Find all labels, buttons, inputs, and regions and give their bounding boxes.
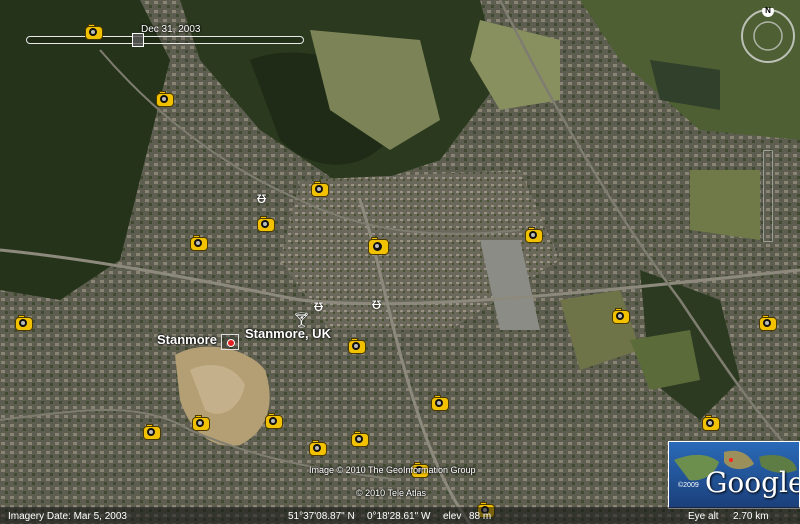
north-indicator[interactable]: N xyxy=(763,6,773,15)
camera-icon[interactable] xyxy=(309,439,327,456)
elevation-readout: 88 m xyxy=(469,511,492,522)
time-slider-track[interactable] xyxy=(26,36,304,44)
latitude-readout: 51°37'08.87" N xyxy=(288,511,355,522)
eye-alt-label: Eye alt xyxy=(688,511,719,522)
camera-icon[interactable] xyxy=(612,307,630,324)
camera-icon[interactable] xyxy=(348,337,366,354)
time-slider-date: Dec 31, 2003 xyxy=(141,24,201,35)
eye-alt-readout: 2.70 km xyxy=(733,511,769,522)
camera-icon[interactable] xyxy=(143,423,161,440)
logo-copyright: ©2009 xyxy=(678,482,699,489)
time-slider-thumb[interactable] xyxy=(132,33,144,47)
imagery-date: Imagery Date: Mar 5, 2003 xyxy=(8,511,127,522)
google-logo: ©2009 Google xyxy=(668,441,800,509)
camera-icon[interactable] xyxy=(156,90,174,107)
camera-icon[interactable] xyxy=(351,430,369,447)
camera-icon[interactable] xyxy=(311,180,329,197)
camera-icon[interactable] xyxy=(85,23,103,40)
longitude-readout: 0°18'28.61" W xyxy=(367,511,431,522)
restaurant-icon[interactable]: ᵿ xyxy=(372,296,381,314)
zoom-slider[interactable] xyxy=(763,150,773,242)
camera-icon[interactable] xyxy=(525,226,543,243)
camera-icon[interactable] xyxy=(15,314,33,331)
camera-icon[interactable] xyxy=(368,236,390,255)
place-label-stanmore-uk[interactable]: Stanmore, UK xyxy=(245,326,331,341)
camera-icon[interactable] xyxy=(190,234,208,251)
camera-icon[interactable] xyxy=(265,412,283,429)
navigation-control[interactable]: N xyxy=(740,5,796,69)
camera-icon[interactable] xyxy=(702,414,720,431)
restaurant-icon[interactable]: ᵿ xyxy=(257,190,266,208)
camera-icon[interactable] xyxy=(759,314,777,331)
place-label-stanmore[interactable]: Stanmore xyxy=(157,332,217,347)
logo-text: Google xyxy=(705,466,800,499)
map-viewport[interactable]: Dec 31, 2003 N ᵿ ᵿ ᵿ 🍸︎ Stanmore Stanmor… xyxy=(0,0,800,524)
status-bar: Imagery Date: Mar 5, 2003 51°37'08.87" N… xyxy=(0,507,800,524)
camera-icon[interactable] xyxy=(192,414,210,431)
imagery-attribution: Image © 2010 The GeoInformation Group xyxy=(309,465,476,475)
place-target-icon[interactable] xyxy=(221,334,239,350)
restaurant-icon[interactable]: ᵿ xyxy=(314,298,323,316)
camera-icon[interactable] xyxy=(257,215,275,232)
elevation-label: elev xyxy=(443,511,462,522)
camera-icon[interactable] xyxy=(431,394,449,411)
data-attribution: © 2010 Tele Atlas xyxy=(356,488,427,498)
